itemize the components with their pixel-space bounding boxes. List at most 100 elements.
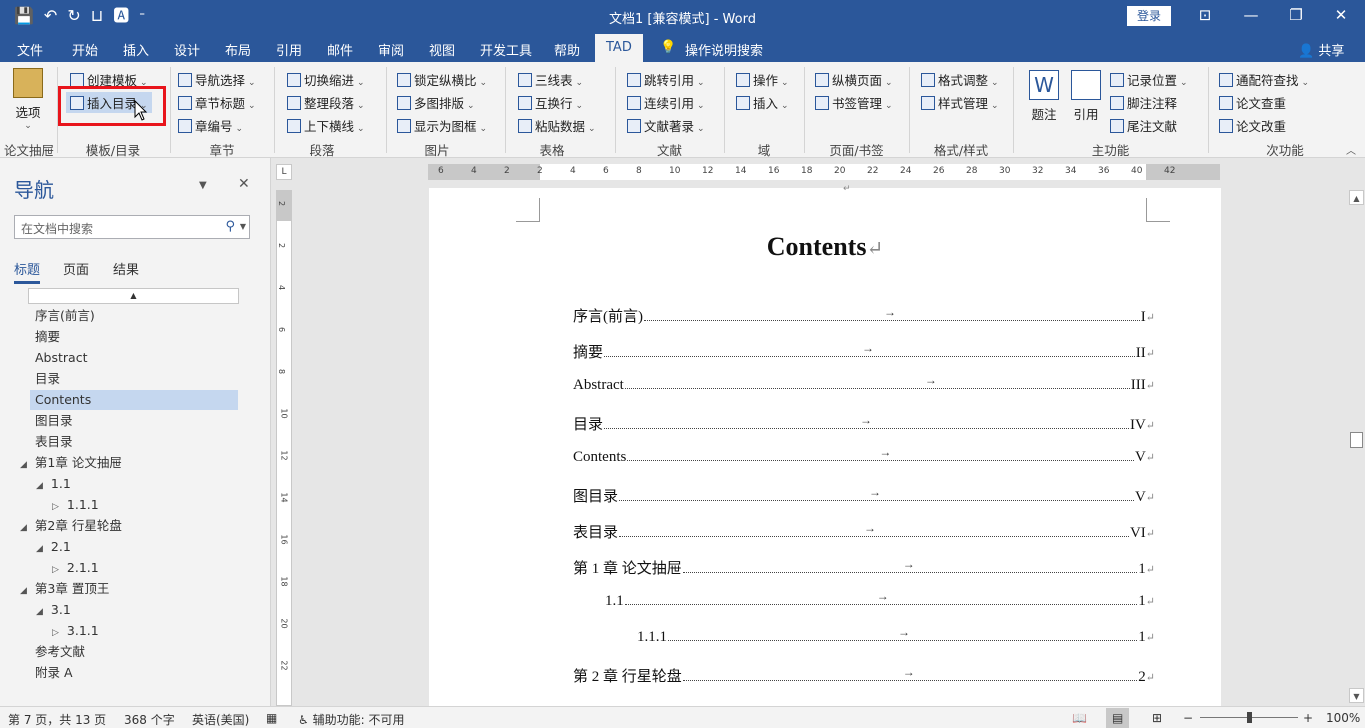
wildcard-find-button[interactable]: 通配符查找 ⌄ [1219, 70, 1309, 89]
collapse-icon[interactable]: ◢ [36, 544, 43, 554]
scroll-thumb[interactable] [1350, 432, 1363, 448]
language[interactable]: 英语(美国) [192, 711, 249, 728]
nav-tab-results[interactable]: 结果 [113, 259, 139, 278]
collapse-icon[interactable]: ◢ [36, 481, 43, 491]
tab-tad[interactable]: TAD [595, 34, 643, 62]
zoom-knob[interactable] [1247, 712, 1252, 723]
toc-entry[interactable]: Abstract → III ↵ [573, 373, 1155, 399]
nav-tab-pages[interactable]: 页面 [63, 259, 89, 278]
tab-mailings[interactable]: 邮件 [327, 40, 353, 59]
tidy-paragraph-button[interactable]: 整理段落 ⌄ [287, 93, 365, 112]
vertical-scrollbar[interactable]: ▲ ▼ [1348, 188, 1365, 706]
tab-selector-icon[interactable]: L [276, 164, 292, 180]
accessibility-status[interactable]: ♿ 辅助功能: 不可用 [298, 711, 404, 728]
document-page[interactable]: ↵ Contents↵ 序言(前言) → I ↵ 摘要 → II ↵ Abstract → III ↵… [429, 184, 1221, 706]
nav-heading-item[interactable]: 图目录 [35, 411, 73, 431]
nav-close-icon[interactable]: ✕ [238, 176, 250, 192]
show-frame-button[interactable]: 显示为图框 ⌄ [397, 116, 487, 135]
chapter-number-button[interactable]: 章编号 ⌄ [178, 116, 243, 135]
paste-data-button[interactable]: 粘贴数据 ⌄ [518, 116, 596, 135]
proofing-icon[interactable]: ▦ [266, 711, 277, 725]
tab-references[interactable]: 引用 [276, 40, 302, 59]
collapse-icon[interactable]: ◢ [20, 460, 27, 470]
collapse-icon[interactable]: ◢ [36, 607, 43, 617]
borders-button[interactable]: 上下横线 ⌄ [287, 116, 365, 135]
tab-help[interactable]: 帮助 [554, 40, 580, 59]
login-button[interactable]: 登录 [1127, 6, 1171, 26]
scroll-up-indicator[interactable]: ▲ [28, 288, 239, 304]
chevron-down-icon[interactable]: ▼ [240, 222, 246, 231]
nav-heading-item[interactable]: Abstract [35, 348, 87, 368]
lock-ratio-button[interactable]: 锁定纵横比 ⌄ [397, 70, 487, 89]
minimize-icon[interactable]: — [1236, 6, 1266, 24]
restore-icon[interactable]: ❐ [1281, 6, 1311, 24]
tab-view[interactable]: 视图 [429, 40, 455, 59]
zoom-level[interactable]: 100% [1326, 711, 1360, 725]
nav-search-input[interactable]: 在文档中搜索 ⚲ ▼ [14, 215, 250, 239]
nav-heading-item[interactable]: ◢ 第2章 行星轮盘 [20, 516, 122, 536]
word-count[interactable]: 368 个字 [124, 711, 175, 728]
nav-heading-item[interactable]: ◢ 第3章 置顶王 [20, 579, 109, 599]
tab-insert[interactable]: 插入 [123, 40, 149, 59]
nav-heading-item[interactable]: Contents [30, 390, 238, 410]
tab-home[interactable]: 开始 [72, 40, 98, 59]
continuous-reference-button[interactable]: 连续引用 ⌄ [627, 93, 705, 112]
caption-button[interactable]: W 题注 [1024, 70, 1064, 123]
style-manage-button[interactable]: 样式管理 ⌄ [921, 93, 999, 112]
expand-icon[interactable]: ▷ [52, 565, 59, 575]
share-button[interactable]: 👤 共享 [1298, 40, 1344, 59]
web-layout-icon[interactable]: ⊞ [1152, 711, 1162, 725]
nav-heading-item[interactable]: ◢ 2.1 [36, 537, 71, 557]
nav-heading-item[interactable]: ◢ 第1章 论文抽屉 [20, 453, 122, 473]
field-operation-button[interactable]: 操作 ⌄ [736, 70, 789, 89]
options-button[interactable]: 选项 ⌄ [10, 68, 46, 131]
nav-heading-item[interactable]: 序言(前言) [35, 306, 95, 326]
tell-me-search[interactable]: 操作说明搜索 [685, 40, 763, 59]
toc-entry[interactable]: 1.1 → 1 ↵ [605, 589, 1155, 615]
plagiarism-check-button[interactable]: 论文查重 [1219, 93, 1286, 112]
chapter-heading-button[interactable]: 章节标题 ⌄ [178, 93, 256, 112]
tab-developer[interactable]: 开发工具 [480, 40, 532, 59]
read-mode-icon[interactable]: 📖 [1072, 711, 1087, 725]
bibliography-button[interactable]: 文献著录 ⌄ [627, 116, 705, 135]
page-count[interactable]: 第 7 页，共 13 页 [8, 711, 106, 728]
format-adjust-button[interactable]: 格式调整 ⌄ [921, 70, 999, 89]
nav-options-icon[interactable]: ▼ [199, 180, 207, 191]
toc-entry[interactable]: 摘要 → II ↵ [573, 341, 1155, 363]
horizontal-ruler[interactable]: 6 4 2 2 4 6 8 10 12 14 16 18 20 22 24 26 28 30 32 34 36 40 42 [428, 164, 1220, 180]
toc-entry[interactable]: Contents → V ↵ [573, 445, 1155, 471]
nav-heading-item[interactable]: ▷ 3.1.1 [52, 621, 99, 641]
toc-entry[interactable]: 第 1 章 论文抽屉 → 1 ↵ [573, 557, 1155, 579]
expand-icon[interactable]: ▷ [52, 502, 59, 512]
toc-entry[interactable]: 1.1.1 → 1 ↵ [637, 625, 1155, 651]
endnote-button[interactable]: 尾注文献 [1110, 116, 1177, 135]
tab-file[interactable]: 文件 [17, 40, 43, 59]
nav-heading-item[interactable]: 目录 [35, 369, 60, 389]
record-position-button[interactable]: 记录位置 ⌄ [1110, 70, 1188, 89]
collapse-icon[interactable]: ◢ [20, 523, 27, 533]
tab-design[interactable]: 设计 [174, 40, 200, 59]
close-icon[interactable]: ✕ [1326, 6, 1356, 24]
nav-heading-item[interactable]: 附录 A [35, 663, 73, 683]
zoom-out-icon[interactable]: − [1183, 711, 1193, 725]
tab-layout[interactable]: 布局 [225, 40, 251, 59]
ribbon-display-icon[interactable]: ⊡ [1190, 6, 1220, 24]
search-icon[interactable]: ⚲ [225, 219, 235, 234]
footnote-button[interactable]: 脚注注释 [1110, 93, 1177, 112]
scroll-down-icon[interactable]: ▼ [1349, 688, 1364, 703]
nav-heading-item[interactable]: ▷ 2.1.1 [52, 558, 99, 578]
zoom-in-icon[interactable]: + [1303, 711, 1313, 725]
nav-heading-item[interactable]: 参考文献 [35, 642, 85, 662]
three-line-table-button[interactable]: 三线表 ⌄ [518, 70, 583, 89]
bookmark-button[interactable]: 书签管理 ⌄ [815, 93, 893, 112]
jump-reference-button[interactable]: 跳转引用 ⌄ [627, 70, 705, 89]
field-insert-button[interactable]: 插入 ⌄ [736, 93, 789, 112]
nav-heading-item[interactable]: ◢ 3.1 [36, 600, 71, 620]
nav-heading-item[interactable]: 表目录 [35, 432, 73, 452]
toc-entry[interactable]: 表目录 → VI ↵ [573, 521, 1155, 543]
scroll-up-icon[interactable]: ▲ [1349, 190, 1364, 205]
nav-heading-item[interactable]: ▷ 1.1.1 [52, 495, 99, 515]
toc-entry[interactable]: 序言(前言) → I ↵ [573, 305, 1155, 327]
expand-icon[interactable]: ▷ [52, 628, 59, 638]
rewrite-button[interactable]: 论文改重 [1219, 116, 1286, 135]
